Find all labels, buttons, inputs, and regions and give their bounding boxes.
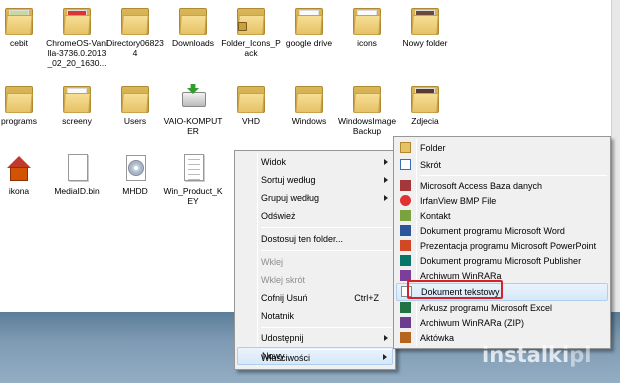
new-item-folder[interactable]: Folder — [396, 139, 608, 157]
desktop-item[interactable]: Windows — [278, 82, 340, 126]
desktop-item[interactable]: WindowsImageBackup — [336, 82, 398, 136]
callout-highlight — [407, 280, 503, 299]
word-icon — [400, 225, 411, 236]
house-icon — [2, 152, 36, 184]
desktop-item[interactable]: VAIO-KOMPUTER — [162, 82, 224, 136]
vertical-scrollbar[interactable] — [611, 0, 620, 312]
menu-item-wlasciwosci[interactable]: Właściwości — [237, 349, 393, 367]
desktop-item[interactable]: MediaID.bin — [46, 152, 108, 196]
winrar-zip-icon — [400, 317, 411, 328]
folder-icon — [60, 4, 94, 36]
desktop-item[interactable]: cebit — [0, 4, 50, 48]
contact-icon — [400, 210, 411, 221]
network-drive-icon — [176, 82, 210, 114]
shortcut-icon — [400, 159, 411, 170]
folder-icon — [292, 4, 326, 36]
folder-icon — [350, 82, 384, 114]
desktop-item[interactable]: VHD — [220, 82, 282, 126]
photo-folder-icon — [408, 4, 442, 36]
desktop-item[interactable]: MHDD — [104, 152, 166, 196]
new-item-skrot[interactable]: Skrót — [396, 156, 608, 174]
menu-item-notatnik[interactable]: Notatnik — [237, 307, 393, 325]
folder-icon — [2, 82, 36, 114]
desktop-item[interactable]: Nowy folder — [394, 4, 456, 48]
menu-item-odswiez[interactable]: Odśwież — [237, 207, 393, 225]
desktop-item[interactable]: ChromeOS-Vanilla-3736.0.2013_02_20_1630.… — [46, 4, 108, 68]
bmp-icon — [400, 195, 411, 206]
menu-item-grupuj[interactable]: Grupuj według — [237, 189, 393, 207]
context-menu: Widok Sortuj według Grupuj według Odświe… — [234, 150, 396, 370]
watermark: instalkipl — [482, 343, 592, 367]
chevron-right-icon — [384, 177, 388, 183]
desktop-item[interactable]: Downloads — [162, 4, 224, 48]
menu-item-widok[interactable]: Widok — [237, 153, 393, 171]
desktop-item[interactable]: Win_Product_KEY — [162, 152, 224, 206]
chevron-right-icon — [384, 159, 388, 165]
menu-item-dostosuj[interactable]: Dostosuj ten folder... — [237, 230, 393, 248]
chevron-right-icon — [384, 195, 388, 201]
folder-icon — [400, 142, 411, 153]
desktop-item[interactable]: Folder_Icons_Pack — [220, 4, 282, 58]
menu-item-wklej: Wklej — [261, 257, 283, 267]
file-icon — [60, 152, 94, 184]
folder-icon — [234, 82, 268, 114]
access-icon — [400, 180, 411, 191]
folder-icon — [118, 82, 152, 114]
desktop-item[interactable]: Zdjecia — [394, 82, 456, 126]
chevron-right-icon — [384, 335, 388, 341]
menu-item-cofnij[interactable]: Cofnij Usuń Ctrl+Z — [237, 289, 393, 307]
locked-folder-icon — [234, 4, 268, 36]
folder-icon — [118, 4, 152, 36]
menu-item-wklej-skrot: Wklej skrót — [261, 275, 306, 285]
publisher-icon — [400, 255, 411, 266]
folder-icon — [176, 4, 210, 36]
desktop-item[interactable]: google drive — [278, 4, 340, 48]
briefcase-icon — [400, 332, 411, 343]
cd-icon — [118, 152, 152, 184]
new-submenu: Folder Skrót Microsoft Access Baza danyc… — [393, 136, 611, 349]
photo-folder-icon — [2, 4, 36, 36]
desktop-item[interactable]: screeny — [46, 82, 108, 126]
desktop-item[interactable]: programs — [0, 82, 50, 126]
desktop-item[interactable]: Directory068234 — [104, 4, 166, 58]
desktop-item[interactable]: ikona — [0, 152, 50, 196]
menu-item-sortuj[interactable]: Sortuj według — [237, 171, 393, 189]
folder-icon — [60, 82, 94, 114]
folder-icon — [292, 82, 326, 114]
text-file-icon — [176, 152, 210, 184]
desktop-item[interactable]: icons — [336, 4, 398, 48]
folder-icon — [350, 4, 384, 36]
desktop-item[interactable]: Users — [104, 82, 166, 126]
powerpoint-icon — [400, 240, 411, 251]
excel-icon — [400, 302, 411, 313]
photo-folder-icon — [408, 82, 442, 114]
menu-item-udostepnij[interactable]: Udostępnij — [237, 329, 393, 347]
